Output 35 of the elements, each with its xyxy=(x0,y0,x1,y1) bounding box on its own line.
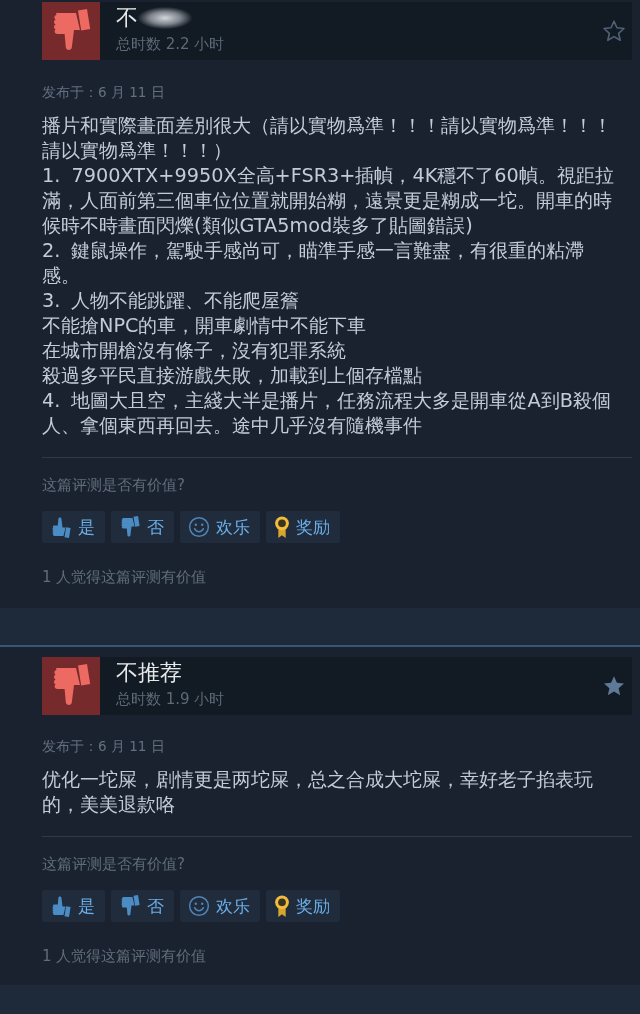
smiley-icon xyxy=(188,895,210,917)
review-paragraph: 4. 地圖大且空，主綫大半是播片，任務流程大多是開車從A到B殺個人、拿個東西再回去。途中几乎沒有隨機事件 xyxy=(42,388,612,438)
thumbs-up-icon xyxy=(50,895,72,917)
review-paragraph: 2. 鍵鼠操作，駕駛手感尚可，瞄準手感一言難盡，有很重的粘滯感。 xyxy=(42,238,586,288)
review-paragraph: 播片和實際畫面差別很大（請以實物爲準！！！請以實物爲準！！！請以實物爲準！！！） xyxy=(42,113,613,163)
yes-button[interactable]: 是 xyxy=(42,890,105,922)
award-medal-icon xyxy=(274,516,290,538)
review-paragraph: 1. 7900XTX+9950X全高+FSR3+插幀，4K穩不了60幀。視距拉滿，人面前第三個車位位置就開始糊，遠景更是糊成一坨。開車的時候時不時畫面閃爍(類似GTA5mod裝多了貼圖錯誤) xyxy=(42,163,614,238)
posted-date: 发布于：6 月 11 日 xyxy=(42,737,166,755)
helpful-count: 1 人觉得这篇评测有价值 xyxy=(42,567,208,587)
funny-button[interactable]: 欢乐 xyxy=(180,511,260,543)
playtime-text: 总时数 1.9 小时 xyxy=(116,689,226,709)
award-button[interactable]: 奖励 xyxy=(266,890,340,922)
review-verdict-title: 不 xyxy=(116,5,138,31)
no-button[interactable]: 否 xyxy=(111,890,174,922)
award-medal-icon xyxy=(274,895,290,917)
helpful-count: 1 人觉得这篇评测有价值 xyxy=(42,946,208,966)
funny-button[interactable]: 欢乐 xyxy=(180,890,260,922)
review-paragraph: 在城市開槍沒有條子，沒有犯罪系統 xyxy=(42,338,347,363)
helpful-question: 这篇评测是否有价值? xyxy=(42,475,186,495)
smiley-icon xyxy=(188,516,210,538)
award-button[interactable]: 奖励 xyxy=(266,511,340,543)
review-paragraph: 不能搶NPC的車，開車劇情中不能下車 xyxy=(42,313,368,338)
yes-button[interactable]: 是 xyxy=(42,511,105,543)
thumbs-up-icon xyxy=(50,516,72,538)
helpful-question: 这篇评测是否有价值? xyxy=(42,854,186,874)
review-verdict-title: 不推荐 xyxy=(116,660,182,686)
no-button[interactable]: 否 xyxy=(111,511,174,543)
review-paragraph: 殺過多平民直接游戲失敗，加載到上個存檔點 xyxy=(42,363,423,388)
thumbs-down-icon xyxy=(119,516,141,538)
posted-date: 发布于：6 月 11 日 xyxy=(42,83,166,101)
review-paragraph: 优化一坨屎，剧情更是两坨屎，总之合成大坨屎，幸好老子掐表玩的，美美退款咯 xyxy=(42,767,594,817)
playtime-text: 总时数 2.2 小时 xyxy=(116,34,226,54)
review-paragraph: 3. 人物不能跳躍、不能爬屋簷 xyxy=(42,288,301,313)
thumbs-down-icon xyxy=(119,895,141,917)
